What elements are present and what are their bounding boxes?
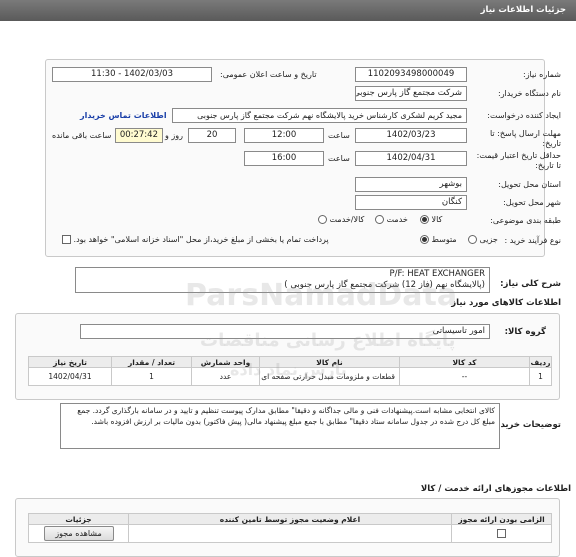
remaining-label: ساعت باقی مانده	[52, 131, 112, 140]
description-line-1: P/F: HEAT EXCHANGER	[389, 269, 485, 279]
process-option-medium[interactable]: متوسط	[420, 235, 457, 244]
announce-field: 1402/03/03 - 11:30	[52, 67, 212, 82]
provider-table-wrap: الزامی بودن ارائه مجوز اعلام وضعیت مجوز …	[28, 513, 552, 543]
province-field: بوشهر	[355, 177, 467, 192]
remaining-time-field: 00:27:42	[115, 128, 163, 143]
cell-code: --	[399, 367, 530, 386]
validity-date-field: 1402/04/31	[355, 151, 467, 166]
provider-table: الزامی بودن ارائه مجوز اعلام وضعیت مجوز …	[28, 513, 552, 543]
validity-time-label: ساعت	[328, 154, 350, 163]
category-option-both[interactable]: کالا/خدمت	[318, 215, 364, 224]
col-required: الزامی بودن ارائه مجوز	[451, 513, 552, 525]
category-option-service-label: خدمت	[386, 215, 408, 224]
process-option-minor-label: جزیی	[479, 235, 498, 244]
provider-section-title: اطلاعات مجوزهای ارائه خدمت / کالا	[420, 484, 571, 494]
radio-icon[interactable]	[375, 215, 384, 224]
need-number-label: شماره نیاز:	[523, 70, 561, 79]
col-qty: تعداد / مقدار	[111, 356, 192, 368]
radio-icon[interactable]	[468, 235, 477, 244]
validity-time-field: 16:00	[244, 151, 324, 166]
category-option-service[interactable]: خدمت	[375, 215, 408, 224]
validity-label: حداقل تاریخ اعتبار قیمت: تا تاریخ:	[476, 151, 561, 170]
creator-label: ایجاد کننده درخواست:	[487, 111, 561, 120]
category-option-goods-label: کالا	[431, 215, 443, 224]
page-header: جزئیات اطلاعات نیاز	[0, 0, 576, 21]
creator-field: مجید کریم لشکری کارشناس خرید پالایشگاه ن…	[172, 108, 467, 123]
buyer-notes-label: توضیحات خریدار:	[489, 420, 561, 430]
radio-selected-icon[interactable]	[420, 215, 429, 224]
deadline-label: مهلت ارسال پاسخ: تا تاریخ:	[489, 129, 561, 148]
goods-group-label: گروه کالا:	[504, 327, 546, 337]
need-number-field: 1102093498000049	[355, 67, 467, 82]
col-code: کد کالا	[399, 356, 530, 368]
deadline-time-field: 12:00	[244, 128, 324, 143]
cell-unit: عدد	[191, 367, 260, 386]
goods-group-field: امور تاسیساتی	[80, 324, 490, 339]
category-option-goods[interactable]: کالا	[420, 215, 442, 224]
category-option-both-label: کالا/خدمت	[329, 215, 365, 224]
treasury-payment-note: پرداخت تمام یا بخشی از مبلغ خرید،از محل …	[73, 235, 329, 244]
announce-label: تاریخ و ساعت اعلان عمومی:	[220, 70, 317, 79]
process-option-minor[interactable]: جزیی	[468, 235, 498, 244]
process-option-medium-label: متوسط	[431, 235, 457, 244]
radio-icon[interactable]	[318, 215, 327, 224]
buyer-label: نام دستگاه خریدار:	[498, 89, 561, 98]
days-label: روز و	[165, 131, 183, 140]
description-box: P/F: HEAT EXCHANGER (پالایشگاه نهم (فاز …	[75, 267, 490, 293]
cell-date: 1402/04/31	[28, 367, 112, 386]
col-name: نام کالا	[259, 356, 400, 368]
cell-required[interactable]	[451, 524, 552, 543]
city-field: کنگان	[355, 195, 467, 210]
goods-table-header-row: ردیف کد کالا نام کالا واحد شمارش تعداد /…	[28, 356, 552, 368]
goods-table-wrap: ردیف کد کالا نام کالا واحد شمارش تعداد /…	[28, 356, 552, 386]
treasury-payment-option[interactable]: پرداخت تمام یا بخشی از مبلغ خرید،از محل …	[62, 235, 329, 244]
col-details: جزئیات	[28, 513, 129, 525]
province-label: استان محل تحویل:	[498, 180, 561, 189]
cell-name: قطعات و ملزومات مبدل حرارتی صفحه ای	[259, 367, 400, 386]
goods-table: ردیف کد کالا نام کالا واحد شمارش تعداد /…	[28, 356, 552, 386]
table-row: مشاهده مجوز	[28, 524, 552, 543]
provider-table-header-row: الزامی بودن ارائه مجوز اعلام وضعیت مجوز …	[28, 513, 552, 525]
buyer-contact-link[interactable]: اطلاعات تماس خریدار	[80, 111, 167, 120]
col-date: تاریخ نیاز	[28, 356, 112, 368]
description-line-2: (پالایشگاه نهم (فاز 12) شرکت مجتمع گاز پ…	[284, 280, 485, 290]
cell-row: 1	[529, 367, 552, 386]
cell-qty: 1	[111, 367, 192, 386]
col-row: ردیف	[529, 356, 552, 368]
city-label: شهر محل تحویل:	[503, 198, 561, 207]
category-label: طبقه بندی موضوعی:	[490, 216, 561, 225]
process-label: نوع فرآیند خرید :	[504, 236, 561, 245]
cell-status	[128, 524, 452, 543]
description-label: شرح کلی نیاز:	[500, 279, 561, 289]
checkbox-icon[interactable]	[497, 529, 506, 539]
buyer-field: شرکت مجتمع گاز پارس جنوبی	[355, 86, 467, 101]
checkbox-icon[interactable]	[62, 235, 71, 244]
buyer-notes-box: کالای انتخابی مشابه است.پیشنهادات فنی و …	[60, 403, 500, 449]
col-status: اعلام وضعیت مجوز توسط تامین کننده	[128, 513, 452, 525]
radio-selected-icon[interactable]	[420, 235, 429, 244]
deadline-time-label: ساعت	[328, 131, 350, 140]
deadline-date-field: 1402/03/23	[355, 128, 467, 143]
col-unit: واحد شمارش	[191, 356, 260, 368]
table-row: 1 -- قطعات و ملزومات مبدل حرارتی صفحه ای…	[28, 367, 552, 386]
view-license-button[interactable]: مشاهده مجوز	[43, 526, 114, 541]
cell-details: مشاهده مجوز	[28, 524, 129, 543]
days-field: 20	[188, 128, 236, 143]
goods-section-title: اطلاعات کالاهای مورد نیاز	[451, 298, 561, 308]
